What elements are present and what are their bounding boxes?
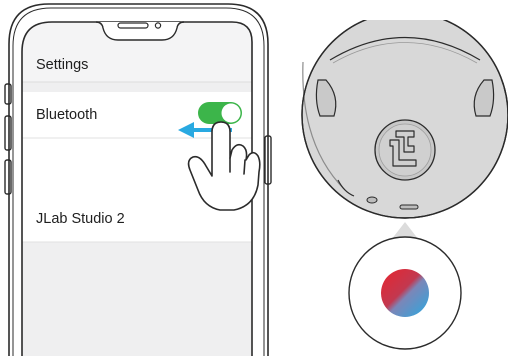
settings-title: Settings: [36, 57, 89, 73]
headphone-earcup: [301, 20, 508, 219]
bluetooth-label: Bluetooth: [36, 107, 98, 123]
led-indicator-light: [381, 269, 429, 317]
pairing-diagram: Settings Bluetooth JLab Studio 2: [4, 3, 508, 356]
device-name-label[interactable]: JLab Studio 2: [36, 211, 125, 227]
